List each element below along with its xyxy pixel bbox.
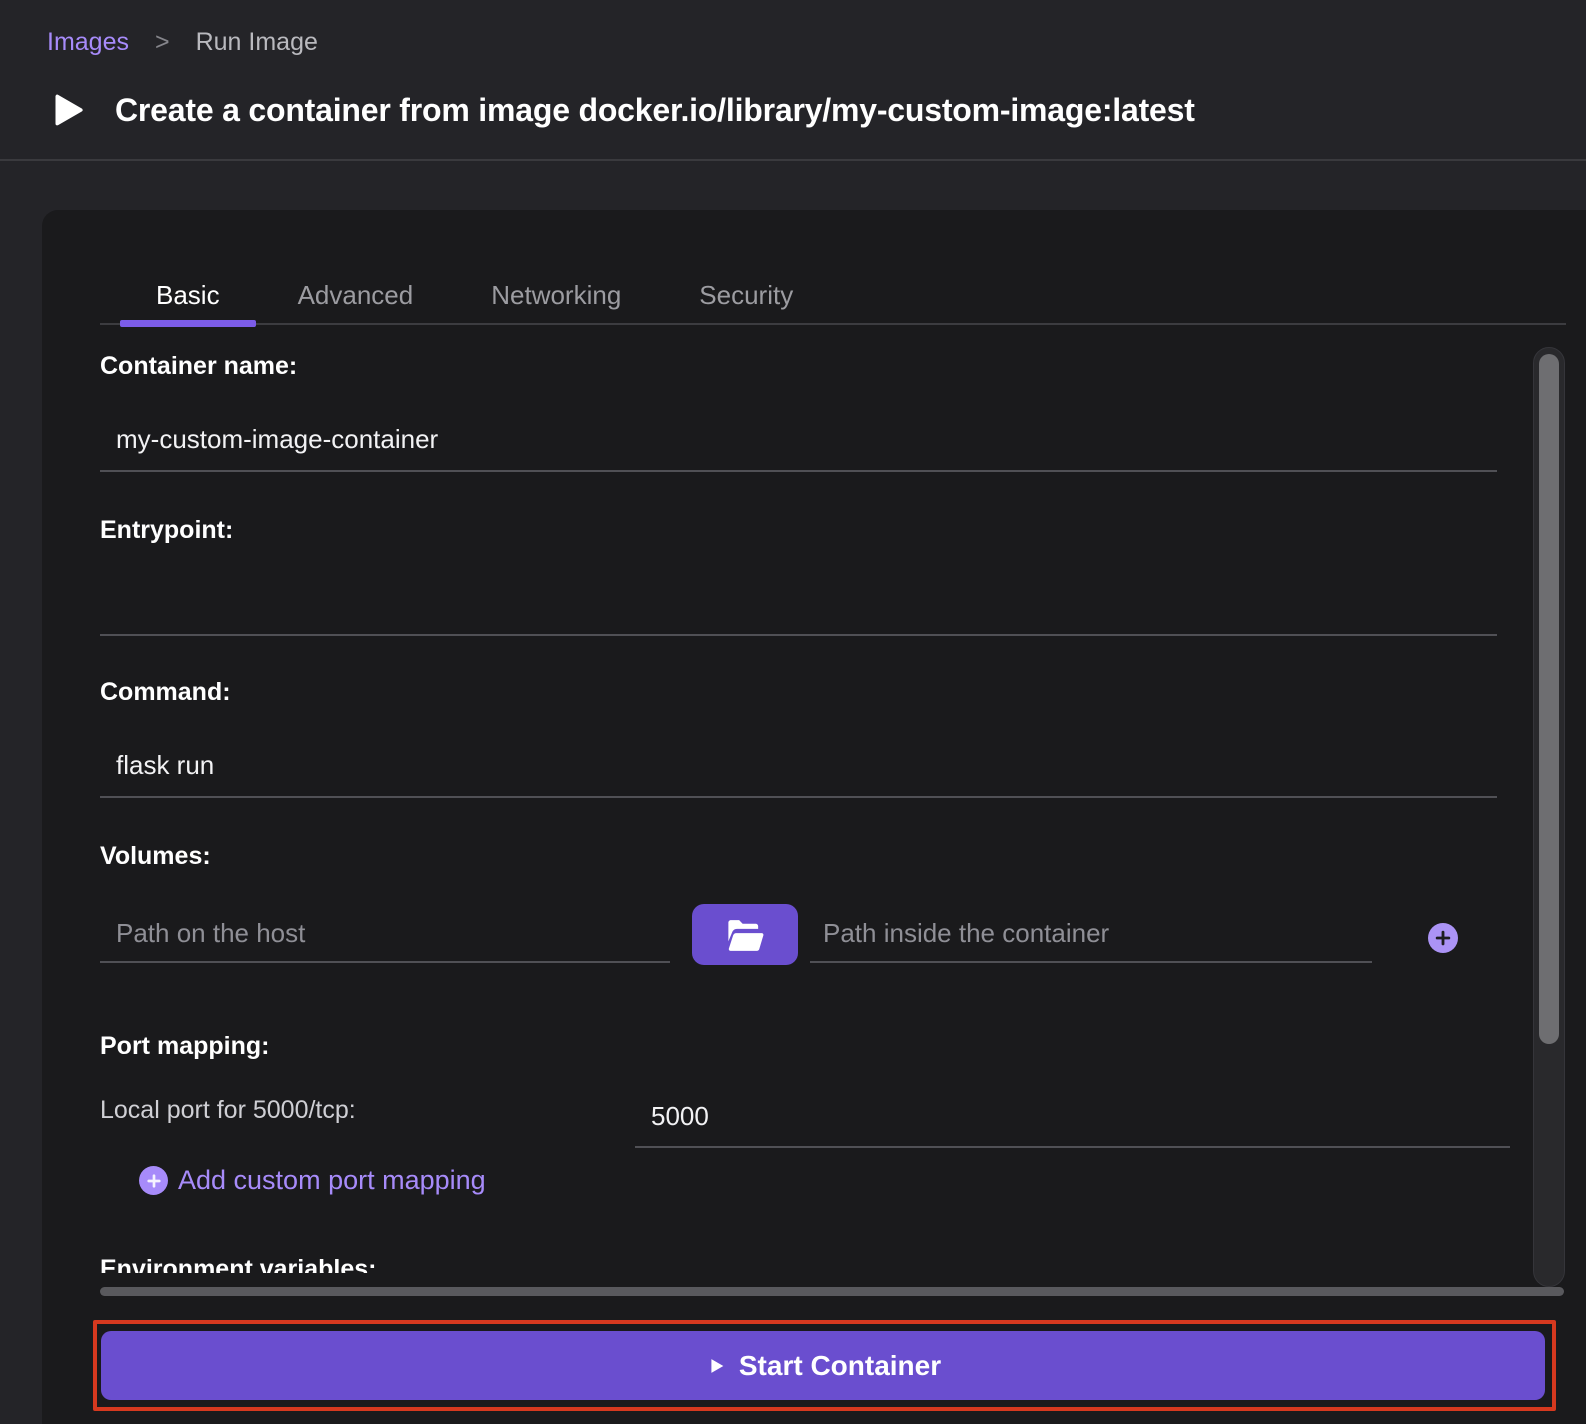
volume-container-path-input[interactable] [810,905,1372,963]
plus-circle-icon [139,1166,168,1195]
play-icon [45,84,87,136]
tab-security-label: Security [699,280,793,311]
environment-variables-label-clipped: Environment variables: [100,1254,376,1273]
page-header: Images > Run Image Create a container fr… [0,0,1586,161]
vertical-scrollbar-track[interactable] [1533,347,1565,1287]
tab-basic[interactable]: Basic [120,265,256,325]
breadcrumb-link-images[interactable]: Images [47,28,129,57]
container-name-label: Container name: [100,352,297,381]
breadcrumb-current-run-image: Run Image [196,28,318,57]
add-custom-port-mapping-button[interactable]: Add custom port mapping [139,1165,486,1196]
run-image-screen: Images > Run Image Create a container fr… [0,0,1586,1424]
command-label: Command: [100,678,231,707]
container-name-input[interactable] [100,408,1497,472]
start-container-label: Start Container [739,1350,941,1382]
play-small-icon [705,1353,727,1379]
command-input[interactable] [100,734,1497,798]
start-container-button[interactable]: Start Container [101,1331,1545,1400]
volume-host-path-input[interactable] [100,905,670,963]
breadcrumb: Images > Run Image [47,28,318,57]
vertical-scrollbar-thumb[interactable] [1539,354,1559,1044]
entrypoint-label: Entrypoint: [100,516,233,545]
run-image-dialog: Basic Advanced Networking Security Conta… [42,210,1586,1424]
add-volume-button[interactable] [1428,923,1458,953]
tab-bar: Basic Advanced Networking Security [100,265,1566,325]
plus-icon [1433,928,1453,948]
horizontal-scrollbar-thumb[interactable] [100,1287,1564,1296]
tab-networking-label: Networking [491,280,621,311]
tab-basic-label: Basic [156,280,220,311]
tab-advanced-label: Advanced [298,280,414,311]
folder-open-icon [726,919,764,951]
tab-security[interactable]: Security [663,265,829,325]
port-mapping-label: Port mapping: [100,1032,269,1061]
tab-advanced[interactable]: Advanced [262,265,450,325]
title-row: Create a container from image docker.io/… [45,84,1195,136]
add-custom-port-mapping-label: Add custom port mapping [178,1165,486,1196]
tab-networking[interactable]: Networking [455,265,657,325]
entrypoint-input[interactable] [100,570,1497,636]
page-title: Create a container from image docker.io/… [115,92,1195,129]
breadcrumb-separator: > [155,28,170,57]
volumes-label: Volumes: [100,842,211,871]
tabs: Basic Advanced Networking Security [120,265,829,325]
local-port-label: Local port for 5000/tcp: [100,1096,356,1125]
browse-host-path-button[interactable] [692,904,798,965]
local-port-input[interactable] [635,1086,1510,1148]
